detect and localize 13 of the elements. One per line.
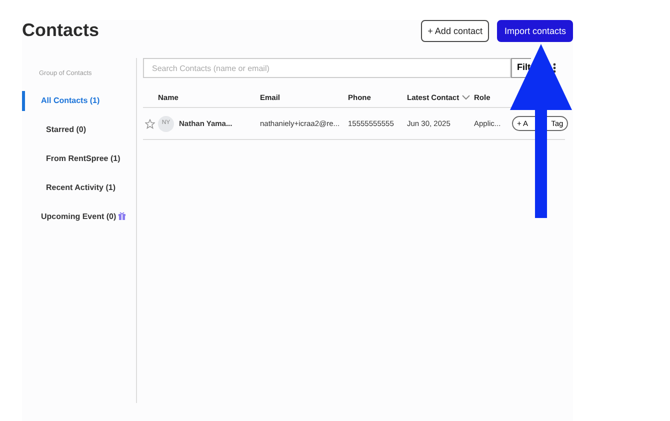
sidebar-item[interactable]: Starred (0) [22, 120, 86, 140]
import-button[interactable]: Import contacts [497, 20, 573, 42]
add-button[interactable]: + Add contact [420, 20, 490, 42]
sidebar-item[interactable]: All Contacts (1) [22, 90, 100, 111]
star-icon[interactable] [145, 118, 155, 129]
search-field[interactable]: Search Contacts (name or email) [143, 58, 511, 78]
chevron-down-icon[interactable] [462, 95, 470, 100]
page-title: Contacts [22, 20, 100, 42]
sidebar-item[interactable]: From RentSpree (1) [22, 148, 120, 169]
sidebar-item[interactable]: Upcoming Event (0) [22, 206, 126, 227]
filter-button[interactable]: Filt [511, 58, 530, 78]
sidebar-item[interactable]: Recent Activity (1) [22, 178, 116, 198]
gift-icon [118, 212, 126, 220]
